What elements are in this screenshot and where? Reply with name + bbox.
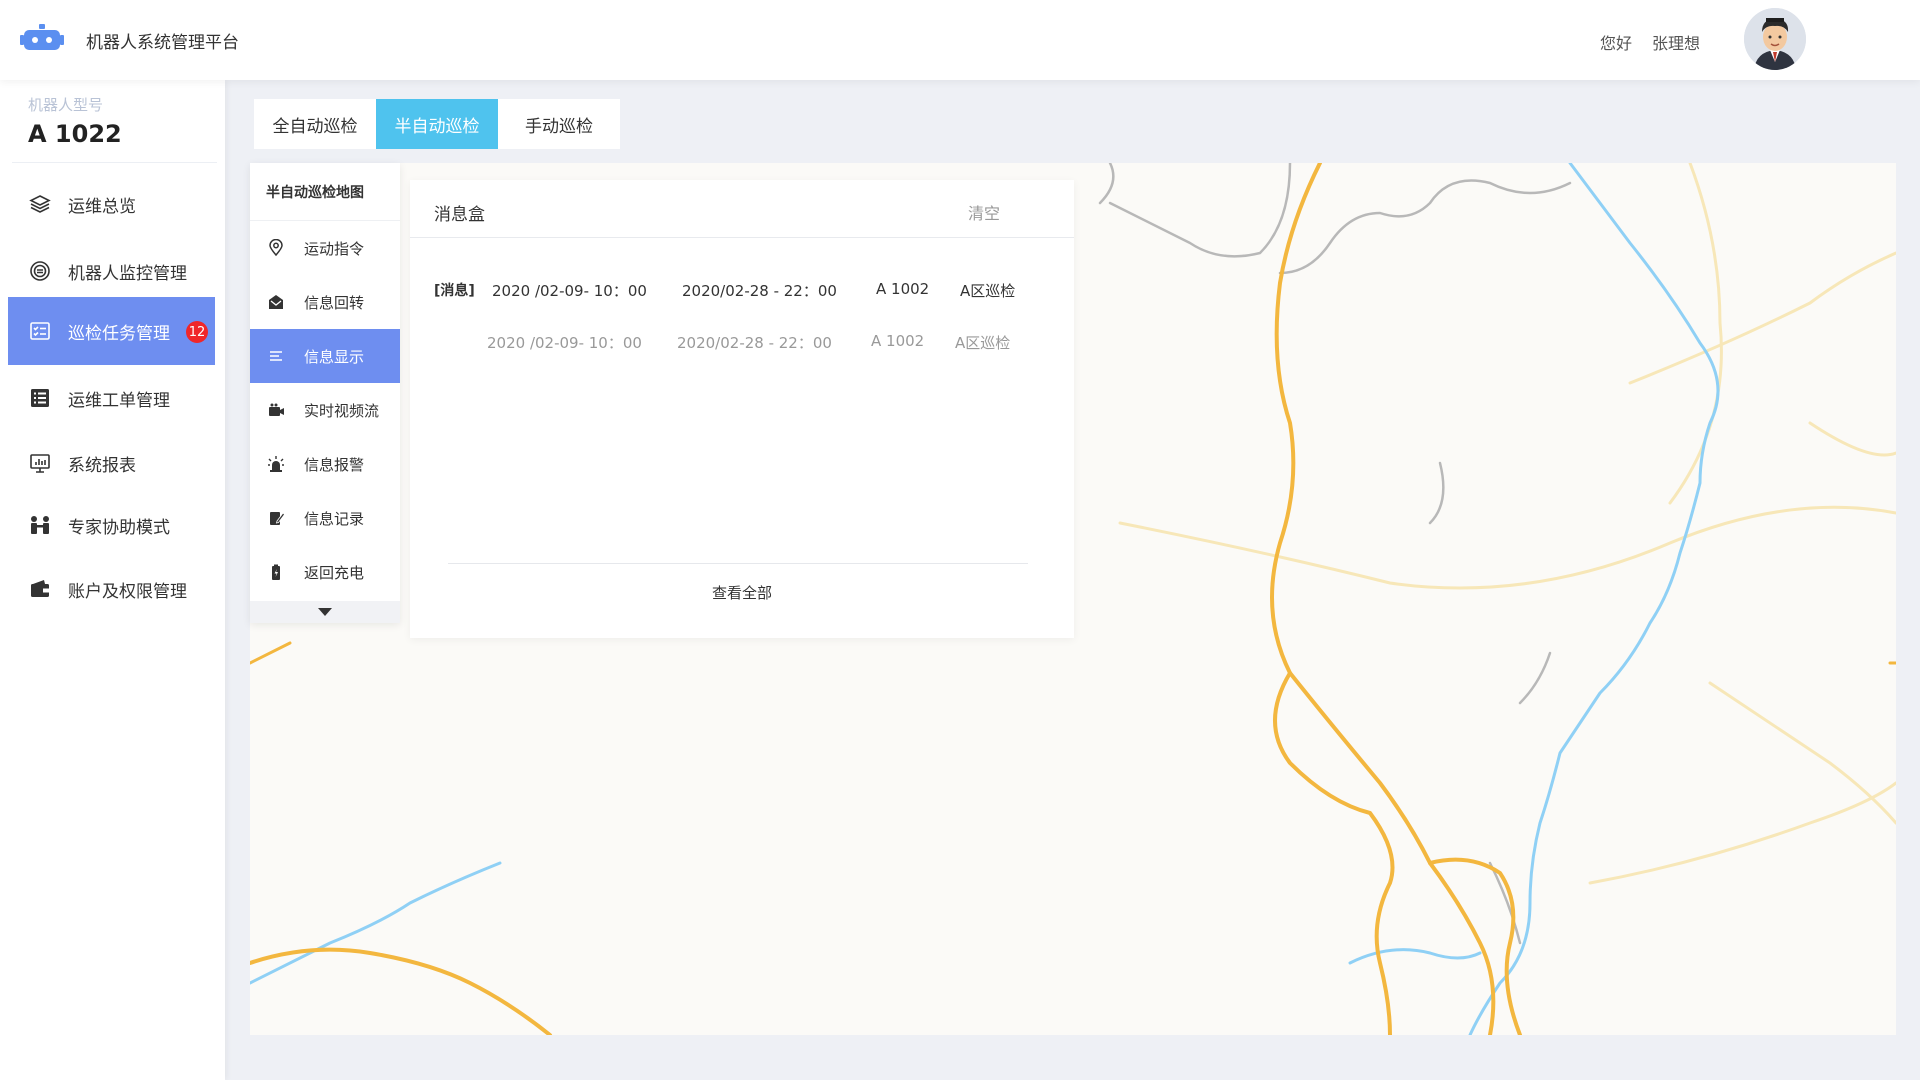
work-order-icon bbox=[28, 386, 52, 410]
camera-icon bbox=[266, 400, 286, 420]
message-robot: A 1002 bbox=[876, 280, 930, 298]
location-icon bbox=[266, 238, 286, 258]
message-start-time: 2020 /02-09- 10：00 bbox=[492, 282, 647, 300]
layers-icon bbox=[28, 192, 52, 216]
func-item-label: 信息记录 bbox=[304, 509, 365, 528]
top-header: 机器人系统管理平台 您好 张理想 bbox=[0, 0, 1920, 80]
tab-full-auto[interactable]: 全自动巡检 bbox=[254, 99, 376, 149]
func-item-label: 信息显示 bbox=[304, 347, 365, 366]
mode-tabs: 全自动巡检 半自动巡检 手动巡检 bbox=[254, 99, 620, 149]
message-box: 消息盒 清空 [消息] 2020 /02-09- 10：00 2020/02-2… bbox=[410, 180, 1074, 638]
checklist-icon bbox=[28, 319, 52, 343]
message-task: A区巡检 bbox=[955, 334, 1011, 352]
list-icon bbox=[266, 346, 286, 366]
user-avatar[interactable] bbox=[1744, 8, 1806, 70]
greeting-text: 您好 bbox=[1600, 34, 1633, 53]
sidebar-item-label: 账户及权限管理 bbox=[68, 581, 187, 602]
func-item-motion-command[interactable]: 运动指令 bbox=[250, 221, 400, 275]
func-item-return-charge[interactable]: 返回充电 bbox=[250, 545, 400, 599]
tab-manual[interactable]: 手动巡检 bbox=[498, 99, 620, 149]
message-robot: A 1002 bbox=[871, 332, 925, 350]
sidebar-item-inspection-tasks[interactable]: 巡检任务管理 12 bbox=[8, 297, 215, 365]
message-start-time: 2020 /02-09- 10：00 bbox=[487, 334, 642, 352]
func-item-label: 返回充电 bbox=[304, 563, 365, 582]
report-icon bbox=[28, 451, 52, 475]
func-item-info-display[interactable]: 信息显示 bbox=[250, 329, 400, 383]
app-title: 机器人系统管理平台 bbox=[86, 33, 239, 53]
alarm-icon bbox=[266, 454, 286, 474]
divider bbox=[12, 162, 217, 163]
message-end-time: 2020/02-28 - 22：00 bbox=[682, 282, 837, 300]
model-value: A 1022 bbox=[28, 120, 122, 148]
sidebar-item-label: 系统报表 bbox=[68, 455, 136, 476]
sidebar-item-expert-assist[interactable]: 专家协助模式 bbox=[8, 491, 215, 559]
func-item-label: 实时视频流 bbox=[304, 401, 380, 420]
sidebar-item-label: 专家协助模式 bbox=[68, 517, 170, 538]
sidebar: 机器人型号 A 1022 运维总览 机器人监控管理 巡检任务管理 12 运维工单… bbox=[0, 80, 225, 1080]
expert-icon bbox=[28, 513, 52, 537]
sidebar-item-label: 巡检任务管理 bbox=[68, 323, 170, 344]
monitor-robot-icon bbox=[28, 259, 52, 283]
panel-title: 半自动巡检地图 bbox=[250, 163, 400, 221]
notification-badge: 12 bbox=[186, 321, 208, 343]
sidebar-item-label: 运维总览 bbox=[68, 196, 136, 217]
message-box-header: 消息盒 清空 bbox=[410, 180, 1074, 238]
sidebar-item-work-orders[interactable]: 运维工单管理 bbox=[8, 364, 215, 432]
func-item-label: 信息报警 bbox=[304, 455, 365, 474]
func-item-label: 运动指令 bbox=[304, 239, 365, 258]
message-task: A区巡检 bbox=[960, 282, 1016, 300]
mail-open-icon bbox=[266, 292, 286, 312]
message-tag: [消息] bbox=[434, 283, 475, 299]
sidebar-item-label: 运维工单管理 bbox=[68, 390, 170, 411]
divider bbox=[448, 563, 1028, 564]
sidebar-item-robot-monitor[interactable]: 机器人监控管理 bbox=[8, 237, 215, 305]
func-item-live-video[interactable]: 实时视频流 bbox=[250, 383, 400, 437]
sidebar-item-accounts[interactable]: 账户及权限管理 bbox=[8, 555, 215, 623]
message-row[interactable]: 2020 /02-09- 10：00 2020/02-28 - 22：00 A … bbox=[410, 332, 1074, 356]
chevron-down-icon[interactable] bbox=[250, 601, 400, 623]
view-all-link[interactable]: 查看全部 bbox=[410, 582, 1074, 603]
clear-button[interactable]: 清空 bbox=[968, 200, 1000, 224]
message-box-title: 消息盒 bbox=[434, 205, 485, 225]
message-end-time: 2020/02-28 - 22：00 bbox=[677, 334, 832, 352]
map-function-panel: 半自动巡检地图 运动指令 信息回转 信息显示 实时视频流 信息报警 信息记录 返… bbox=[250, 163, 400, 623]
message-row[interactable]: [消息] 2020 /02-09- 10：00 2020/02-28 - 22：… bbox=[410, 280, 1074, 304]
wallet-icon bbox=[28, 577, 52, 601]
battery-icon bbox=[266, 562, 286, 582]
tab-semi-auto[interactable]: 半自动巡检 bbox=[376, 99, 498, 149]
sidebar-item-overview[interactable]: 运维总览 bbox=[8, 170, 215, 238]
sidebar-item-reports[interactable]: 系统报表 bbox=[8, 429, 215, 497]
sidebar-item-label: 机器人监控管理 bbox=[68, 263, 187, 284]
func-item-label: 信息回转 bbox=[304, 293, 365, 312]
robot-icon[interactable] bbox=[20, 24, 64, 54]
func-item-info-return[interactable]: 信息回转 bbox=[250, 275, 400, 329]
username[interactable]: 张理想 bbox=[1652, 30, 1700, 54]
func-item-info-record[interactable]: 信息记录 bbox=[250, 491, 400, 545]
model-label: 机器人型号 bbox=[28, 96, 104, 114]
note-icon bbox=[266, 508, 286, 528]
func-item-info-alarm[interactable]: 信息报警 bbox=[250, 437, 400, 491]
